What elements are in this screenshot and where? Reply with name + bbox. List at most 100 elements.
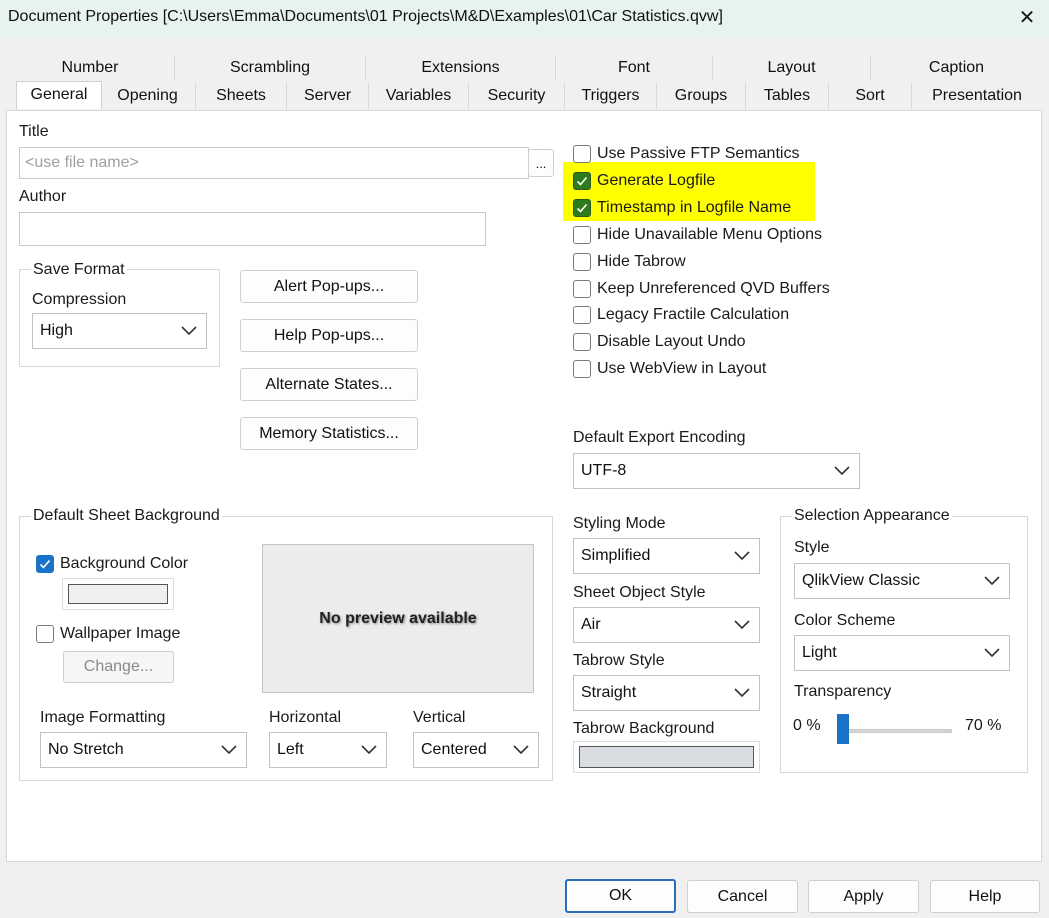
- tab-scrambling[interactable]: Scrambling: [175, 55, 366, 81]
- chevron-down-icon: [181, 326, 197, 336]
- transparency-label: Transparency: [794, 683, 892, 700]
- legacy-fractile-checkbox[interactable]: [573, 306, 591, 324]
- generate-logfile-checkbox[interactable]: [573, 172, 591, 190]
- apply-button[interactable]: Apply: [808, 880, 919, 913]
- hide-unavailable-menu-checkbox[interactable]: [573, 226, 591, 244]
- passive-ftp-checkbox[interactable]: [573, 145, 591, 163]
- vertical-label: Vertical: [413, 709, 466, 726]
- title-input[interactable]: [19, 147, 529, 179]
- image-formatting-select[interactable]: No Stretch: [40, 732, 247, 768]
- checkmark-icon: [39, 559, 51, 569]
- transparency-min-label: 0 %: [793, 717, 821, 734]
- alternate-states-button[interactable]: Alternate States...: [240, 368, 418, 401]
- vertical-select[interactable]: Centered: [413, 732, 539, 768]
- selection-style-select[interactable]: QlikView Classic: [794, 563, 1010, 599]
- legacy-fractile-label: Legacy Fractile Calculation: [597, 306, 790, 323]
- styling-mode-select[interactable]: Simplified: [573, 538, 760, 574]
- ok-button[interactable]: OK: [565, 879, 676, 913]
- export-encoding-value: UTF-8: [581, 462, 627, 479]
- disable-layout-undo-checkbox[interactable]: [573, 333, 591, 351]
- horizontal-value: Left: [277, 741, 304, 758]
- sheet-object-style-select[interactable]: Air: [573, 607, 760, 643]
- tabrow-style-select[interactable]: Straight: [573, 675, 760, 711]
- tab-row-front: Opening Sheets Server Variables Security…: [6, 81, 1042, 111]
- image-formatting-label: Image Formatting: [40, 709, 166, 726]
- tab-layout[interactable]: Layout: [713, 55, 871, 81]
- chevron-down-icon: [984, 576, 1000, 586]
- horizontal-label: Horizontal: [269, 709, 342, 726]
- export-encoding-label: Default Export Encoding: [573, 429, 746, 446]
- styling-mode-value: Simplified: [581, 547, 651, 564]
- compression-select[interactable]: High: [32, 313, 207, 349]
- hide-unavailable-menu-label: Hide Unavailable Menu Options: [597, 226, 823, 243]
- keep-qvd-buffers-label: Keep Unreferenced QVD Buffers: [597, 280, 830, 297]
- tabrow-background-swatch-button[interactable]: [573, 741, 760, 773]
- alert-popups-button[interactable]: Alert Pop-ups...: [240, 270, 418, 303]
- vertical-value: Centered: [421, 741, 487, 758]
- chevron-down-icon: [734, 620, 750, 630]
- tab-extensions[interactable]: Extensions: [366, 55, 556, 81]
- tab-sort[interactable]: Sort: [829, 83, 912, 109]
- memory-statistics-button[interactable]: Memory Statistics...: [240, 417, 418, 450]
- tab-general[interactable]: General: [16, 81, 102, 109]
- checkmark-icon: [576, 203, 588, 213]
- tabrow-style-label: Tabrow Style: [573, 652, 665, 669]
- background-color-swatch-button[interactable]: [62, 578, 174, 610]
- title-bar: Document Properties [C:\Users\Emma\Docum…: [0, 0, 1049, 38]
- tab-variables[interactable]: Variables: [369, 83, 469, 109]
- image-formatting-value: No Stretch: [48, 741, 124, 758]
- help-popups-button[interactable]: Help Pop-ups...: [240, 319, 418, 352]
- selection-style-value: QlikView Classic: [802, 572, 920, 589]
- cancel-button[interactable]: Cancel: [687, 880, 798, 913]
- color-scheme-label: Color Scheme: [794, 612, 896, 629]
- sheet-object-style-label: Sheet Object Style: [573, 584, 706, 601]
- tab-security[interactable]: Security: [469, 83, 565, 109]
- title-label: Title: [19, 123, 49, 140]
- tab-opening[interactable]: Opening: [100, 83, 196, 109]
- color-scheme-select[interactable]: Light: [794, 635, 1010, 671]
- tab-row-back: Number Scrambling Extensions Font Layout…: [6, 55, 1042, 83]
- title-browse-button[interactable]: ...: [528, 149, 554, 177]
- change-wallpaper-button[interactable]: Change...: [63, 651, 174, 683]
- timestamp-logfile-label: Timestamp in Logfile Name: [597, 199, 792, 216]
- keep-qvd-buffers-checkbox[interactable]: [573, 280, 591, 298]
- tab-number[interactable]: Number: [6, 55, 175, 81]
- use-webview-checkbox[interactable]: [573, 360, 591, 378]
- tab-sheets[interactable]: Sheets: [196, 83, 287, 109]
- tab-tables[interactable]: Tables: [746, 83, 829, 109]
- tab-presentation[interactable]: Presentation: [912, 83, 1042, 109]
- generate-logfile-label: Generate Logfile: [597, 172, 716, 189]
- tab-caption[interactable]: Caption: [871, 55, 1042, 81]
- tabrow-background-label: Tabrow Background: [573, 720, 715, 737]
- tab-font[interactable]: Font: [556, 55, 713, 81]
- checkmark-icon: [576, 176, 588, 186]
- chevron-down-icon: [221, 745, 237, 755]
- transparency-slider-thumb[interactable]: [837, 714, 849, 744]
- tab-groups[interactable]: Groups: [657, 83, 746, 109]
- chevron-down-icon: [734, 688, 750, 698]
- passive-ftp-label: Use Passive FTP Semantics: [597, 145, 800, 162]
- selection-appearance-label: Selection Appearance: [792, 507, 952, 525]
- style-label: Style: [794, 539, 830, 556]
- hide-tabrow-checkbox[interactable]: [573, 253, 591, 271]
- transparency-slider-track[interactable]: [837, 729, 952, 733]
- wallpaper-image-checkbox[interactable]: [36, 625, 54, 643]
- help-button[interactable]: Help: [930, 880, 1040, 913]
- tab-server[interactable]: Server: [287, 83, 369, 109]
- tab-triggers[interactable]: Triggers: [565, 83, 657, 109]
- timestamp-logfile-checkbox[interactable]: [573, 199, 591, 217]
- horizontal-select[interactable]: Left: [269, 732, 387, 768]
- background-preview: No preview available: [262, 544, 534, 693]
- color-scheme-value: Light: [802, 644, 837, 661]
- background-color-checkbox[interactable]: [36, 555, 54, 573]
- sheet-background-label: Default Sheet Background: [31, 507, 222, 525]
- save-format-label: Save Format: [31, 261, 127, 279]
- chevron-down-icon: [984, 648, 1000, 658]
- transparency-max-label: 70 %: [965, 717, 1002, 734]
- author-input[interactable]: [19, 212, 486, 246]
- close-icon[interactable]: ✕: [1012, 3, 1042, 33]
- export-encoding-select[interactable]: UTF-8: [573, 453, 860, 489]
- tabrow-background-swatch: [579, 746, 754, 768]
- use-webview-label: Use WebView in Layout: [597, 360, 767, 377]
- background-color-swatch: [68, 584, 168, 604]
